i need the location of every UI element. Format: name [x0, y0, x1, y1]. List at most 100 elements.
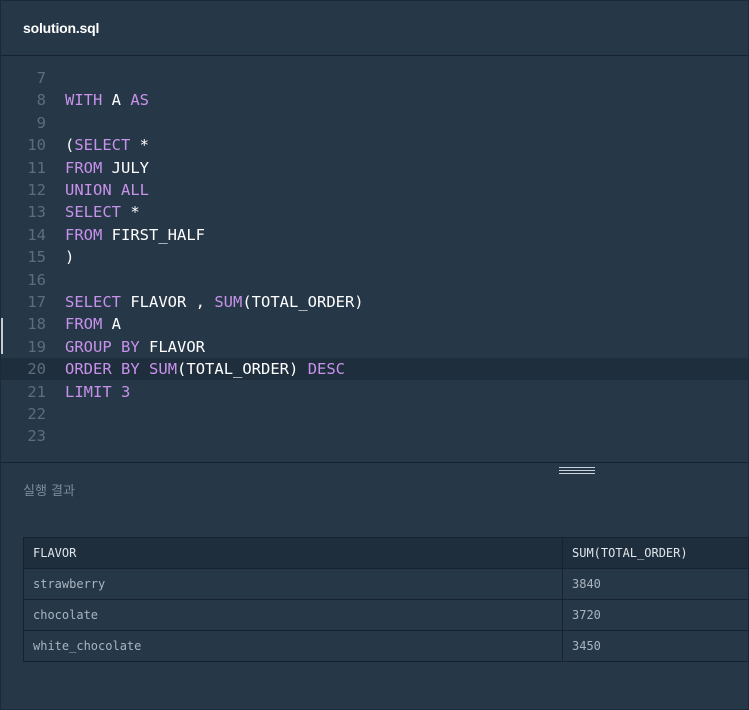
code-text: FROM JULY — [65, 157, 149, 179]
code-line[interactable]: 19 GROUP BY FLAVOR — [1, 336, 748, 358]
line-number: 22 — [27, 405, 46, 423]
keyword-token: AS — [130, 91, 149, 110]
code-text: SELECT FLAVOR , SUM(TOTAL_ORDER) — [65, 291, 364, 313]
keyword-token: ORDER — [65, 360, 112, 379]
table-header-row: FLAVOR SUM(TOTAL_ORDER) — [23, 537, 749, 569]
code-line[interactable]: 17 SELECT FLAVOR , SUM(TOTAL_ORDER) — [1, 291, 748, 313]
code-token: ( — [65, 136, 75, 155]
keyword-token: FROM — [65, 315, 103, 334]
code-token: A — [102, 91, 131, 110]
line-number: 18 — [27, 315, 46, 334]
code-token: JULY — [102, 158, 149, 177]
results-title: 실행 결과 — [23, 484, 75, 499]
code-token: FLAVOR — [139, 337, 206, 356]
drag-handle-icon[interactable] — [559, 465, 595, 475]
table-cell: chocolate — [23, 599, 563, 631]
table-row: strawberry 3840 — [23, 568, 749, 600]
code-text: FROM FIRST_HALF — [65, 224, 205, 246]
code-line[interactable]: 23 — [1, 425, 748, 447]
keyword-token: SELECT — [65, 203, 121, 222]
code-token: * — [130, 136, 150, 155]
code-text: ORDER BY SUM(TOTAL_ORDER) DESC — [65, 358, 345, 380]
code-line[interactable]: 22 — [1, 403, 748, 425]
table-cell: white_chocolate — [23, 630, 563, 662]
column-header-sum-total-order: SUM(TOTAL_ORDER) — [562, 537, 749, 569]
code-text: LIMIT 3 — [65, 381, 130, 403]
editor-tab-bar: solution.sql — [1, 1, 748, 56]
results-table: FLAVOR SUM(TOTAL_ORDER) strawberry 3840 … — [23, 537, 749, 662]
keyword-token: BY — [121, 360, 140, 379]
code-line[interactable]: 21 LIMIT 3 — [1, 381, 748, 403]
keyword-token: FROM — [65, 158, 103, 177]
table-cell: 3720 — [562, 599, 749, 631]
line-number: 10 — [27, 136, 46, 155]
code-text: SELECT * — [65, 201, 140, 223]
line-number: 19 — [27, 337, 46, 356]
keyword-token: WITH — [65, 91, 103, 110]
code-line[interactable]: 15) — [1, 246, 748, 268]
keyword-token: BY — [121, 337, 140, 356]
code-token: A — [102, 315, 121, 334]
keyword-token: GROUP — [65, 337, 112, 356]
results-panel: FLAVOR SUM(TOTAL_ORDER) strawberry 3840 … — [1, 517, 749, 709]
code-token: (TOTAL_ORDER) — [177, 360, 308, 379]
code-line[interactable]: 12 UNION ALL — [1, 179, 748, 201]
keyword-token: DESC — [307, 360, 346, 379]
code-line[interactable]: 18 FROM A — [1, 313, 748, 335]
code-line[interactable]: 16 — [1, 269, 748, 291]
code-text: (SELECT * — [65, 134, 149, 156]
line-number: 13 — [27, 203, 46, 222]
code-token: ) — [65, 248, 75, 267]
number-token: 3 — [121, 382, 131, 401]
file-tab-title[interactable]: solution.sql — [23, 20, 99, 36]
line-number: 12 — [27, 181, 46, 199]
line-number: 21 — [27, 382, 46, 401]
code-line[interactable]: 8 WITH A AS — [1, 89, 748, 111]
code-line[interactable]: 7 — [1, 67, 748, 89]
table-cell: 3840 — [562, 568, 749, 600]
code-text: GROUP BY FLAVOR — [65, 336, 205, 358]
code-line[interactable]: 20 ORDER BY SUM(TOTAL_ORDER) DESC — [1, 358, 748, 381]
line-number: 8 — [36, 91, 46, 110]
code-editor[interactable]: 7 8 WITH A AS 9 10 (SELECT * 11 FROM JULY 12 UNIO… — [1, 56, 748, 462]
line-number: 7 — [36, 69, 46, 87]
line-number: 17 — [27, 293, 46, 311]
keyword-token: SELECT — [65, 293, 121, 311]
code-line[interactable]: 11 FROM JULY — [1, 157, 748, 179]
code-token: (TOTAL_ORDER) — [242, 293, 364, 311]
line-number: 11 — [27, 158, 46, 177]
keyword-token: SUM — [214, 293, 243, 311]
code-line[interactable]: 10 (SELECT * — [1, 134, 748, 156]
editor-cursor-marker — [1, 318, 3, 354]
table-cell: strawberry — [23, 568, 563, 600]
code-token: FLAVOR , — [121, 293, 215, 311]
keyword-token: UNION — [65, 181, 112, 199]
keyword-token: FROM — [65, 225, 103, 244]
line-number: 15 — [27, 248, 46, 267]
code-text: WITH A AS — [65, 89, 149, 111]
table-row: chocolate 3720 — [23, 599, 749, 631]
code-text: UNION ALL — [65, 179, 149, 201]
code-token: * — [121, 203, 140, 222]
code-text: ) — [65, 246, 74, 268]
line-number: 16 — [27, 270, 46, 289]
line-number: 23 — [27, 427, 46, 446]
line-number: 20 — [27, 360, 46, 379]
column-header-flavor: FLAVOR — [23, 537, 563, 569]
keyword-token: LIMIT — [65, 382, 112, 401]
code-line[interactable]: 9 — [1, 112, 748, 134]
results-header: 실행 결과 — [1, 462, 748, 518]
keyword-token: SUM — [149, 360, 178, 379]
code-line[interactable]: 13 SELECT * — [1, 201, 748, 223]
code-line[interactable]: 14 FROM FIRST_HALF — [1, 224, 748, 246]
line-number: 14 — [27, 225, 46, 244]
table-row: white_chocolate 3450 — [23, 630, 749, 662]
code-text: FROM A — [65, 313, 121, 335]
keyword-token: SELECT — [74, 136, 131, 155]
keyword-token: ALL — [121, 181, 150, 199]
